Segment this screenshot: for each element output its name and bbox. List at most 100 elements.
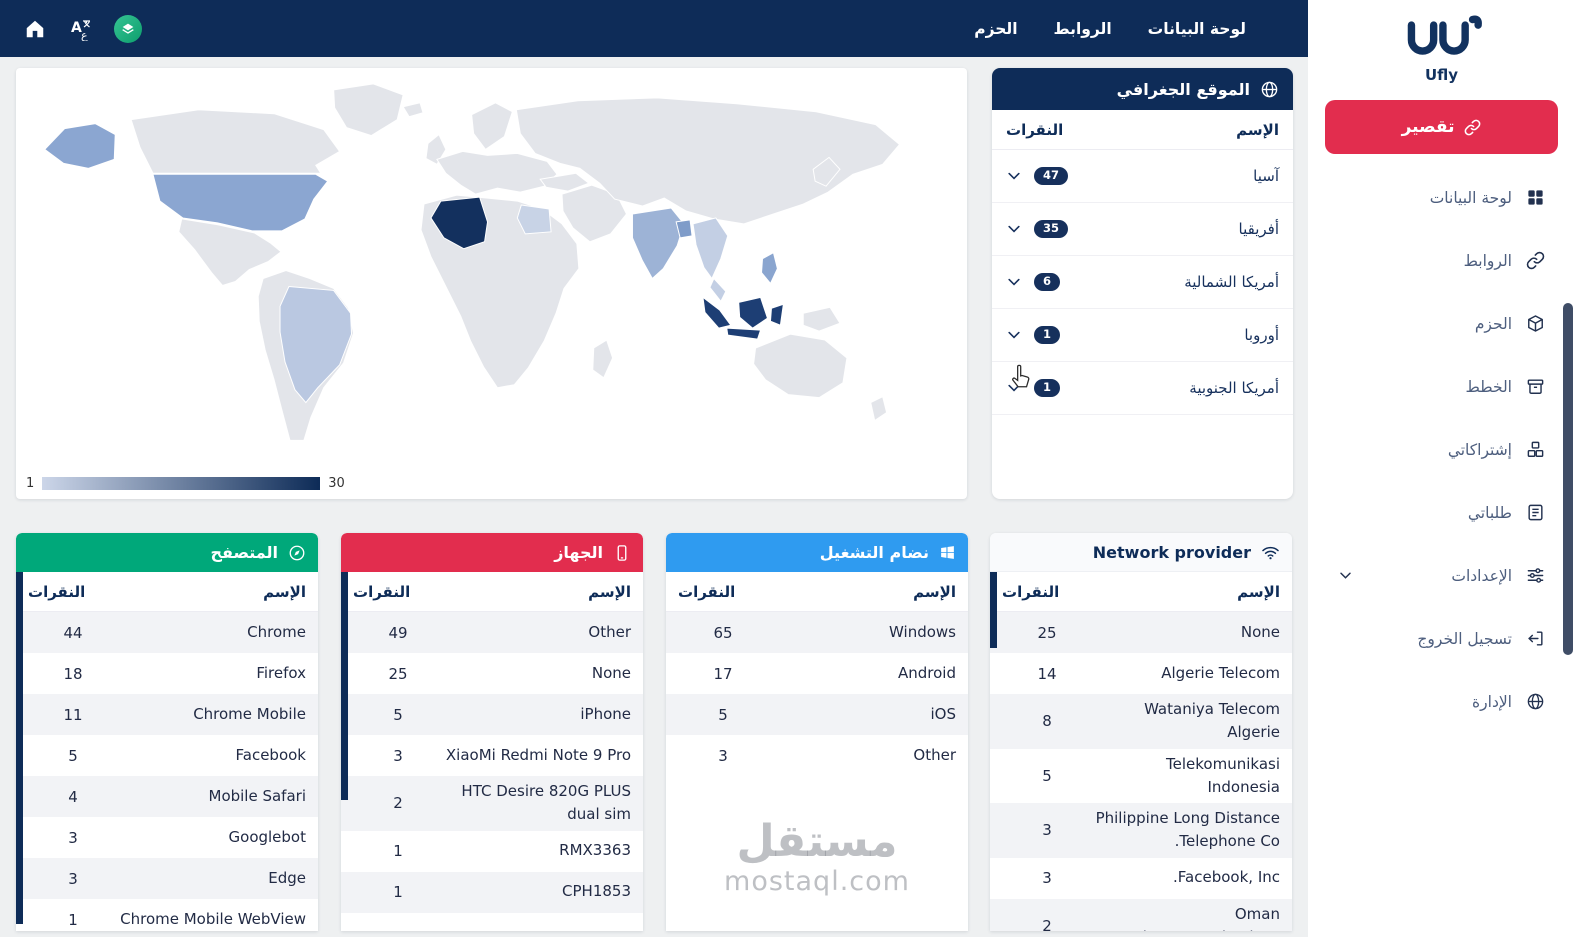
table-row: CPH1853 1 bbox=[341, 871, 643, 913]
row-name: CPH1853 bbox=[562, 882, 631, 901]
row-name: iPhone bbox=[580, 704, 631, 723]
row-name: Chrome bbox=[247, 622, 306, 641]
clicks-map-card: 1 30 bbox=[16, 68, 967, 499]
row-name: Philippine Long Distance Telephone Co. bbox=[1095, 809, 1280, 851]
row-clicks: 5 bbox=[718, 705, 728, 724]
continent-name: أمريكا الجنوبية bbox=[1189, 379, 1279, 397]
row-name: Other bbox=[913, 745, 956, 764]
network-table-title: Network provider bbox=[1092, 542, 1251, 562]
wifi-icon bbox=[1262, 546, 1279, 559]
row-clicks: 2 bbox=[393, 794, 403, 813]
row-clicks: 8 bbox=[1042, 712, 1052, 731]
page-scrollbar-thumb[interactable] bbox=[1563, 303, 1573, 655]
sidebar-item-plans[interactable]: الخطط bbox=[1308, 355, 1575, 418]
row-name: Firefox bbox=[256, 663, 306, 682]
country-alaska bbox=[44, 123, 116, 169]
clicks-badge: 6 bbox=[1034, 273, 1061, 291]
row-name: iOS bbox=[930, 704, 957, 723]
os-columns: الإسم النقرات bbox=[666, 572, 968, 612]
device-table-header: الجهاز bbox=[341, 533, 643, 572]
geo-row[interactable]: أمريكا الجنوبية 1 bbox=[992, 362, 1293, 415]
landmass-madagascar bbox=[592, 339, 614, 379]
chevron-down-icon[interactable] bbox=[1338, 568, 1353, 583]
home-icon[interactable] bbox=[22, 16, 48, 42]
geo-row[interactable]: أفريقيا 35 bbox=[992, 203, 1293, 256]
chevron-down-icon[interactable] bbox=[1006, 168, 1022, 184]
country-usa bbox=[152, 173, 329, 232]
row-clicks: 18 bbox=[63, 664, 83, 683]
network-rows: None 25 Algerie Telecom 14 Wataniya Tele… bbox=[990, 612, 1292, 931]
row-clicks: 3 bbox=[1042, 869, 1052, 887]
sidebar-item-links[interactable]: الروابط bbox=[1308, 229, 1575, 292]
sidebar-item-orders[interactable]: طلباتي bbox=[1308, 481, 1575, 544]
sidebar-item-logout[interactable]: تسجيل الخروج bbox=[1308, 607, 1575, 670]
row-name: Wataniya Telecom Algerie bbox=[1144, 700, 1280, 742]
landmass-australia bbox=[753, 333, 848, 399]
translate-icon[interactable]: A ع bbox=[68, 16, 94, 42]
table-row: HTC Desire 820G PLUS dual sim 2 bbox=[341, 776, 643, 831]
sidebar: Ufly تقصير لوحة البيانات الروابط الحزم ا… bbox=[1308, 0, 1575, 937]
table-row: Chrome Mobile 11 bbox=[16, 694, 318, 735]
row-clicks: 5 bbox=[68, 746, 78, 765]
brand-name: Ufly bbox=[1424, 66, 1459, 84]
geo-row[interactable]: أوروبا 1 bbox=[992, 309, 1293, 362]
geo-row[interactable]: أمريكا الشمالية 6 bbox=[992, 256, 1293, 309]
row-name: XiaoMi Redmi Note 9 Pro bbox=[445, 745, 631, 764]
topbar-icons: A ع bbox=[22, 14, 142, 43]
windows-icon bbox=[941, 546, 954, 559]
table-scrollbar-thumb[interactable] bbox=[16, 572, 23, 924]
table-row: Android 17 bbox=[666, 653, 968, 694]
table-row: RMX3363 1 bbox=[341, 831, 643, 872]
table-row: Windows 65 bbox=[666, 612, 968, 653]
topbar-nav: لوحة البيانات الروابط الحزم bbox=[974, 20, 1246, 38]
row-clicks: 4 bbox=[68, 787, 78, 806]
sidebar-item-admin[interactable]: الإدارة bbox=[1308, 670, 1575, 733]
clicks-badge: 47 bbox=[1034, 167, 1069, 185]
sidebar-item-dashboard[interactable]: لوحة البيانات bbox=[1308, 166, 1575, 229]
chevron-down-icon[interactable] bbox=[1006, 327, 1022, 343]
nav-links[interactable]: الروابط bbox=[1054, 20, 1112, 38]
row-clicks: 17 bbox=[713, 664, 733, 683]
browser-table-title: المتصفح bbox=[210, 543, 278, 562]
world-map bbox=[44, 83, 901, 441]
marketplace-badge-icon[interactable] bbox=[114, 14, 142, 43]
landmass-iceland bbox=[402, 102, 424, 118]
compass-browser-icon bbox=[289, 545, 305, 560]
document-icon bbox=[1526, 503, 1545, 522]
device-columns: الإسم النقرات bbox=[341, 572, 643, 612]
col-clicks: النقرات bbox=[28, 582, 86, 601]
chevron-down-icon[interactable] bbox=[1006, 380, 1022, 396]
row-clicks: 3 bbox=[393, 746, 403, 765]
table-row: Algerie Telecom 14 bbox=[990, 653, 1292, 694]
table-row: Chrome Mobile WebView 1 bbox=[16, 899, 318, 931]
sidebar-item-settings[interactable]: الإعدادات bbox=[1308, 544, 1575, 607]
col-name: الإسم bbox=[263, 582, 306, 601]
row-name: Edge bbox=[268, 868, 306, 887]
sidebar-item-packages[interactable]: الحزم bbox=[1308, 292, 1575, 355]
table-row: None 25 bbox=[990, 612, 1292, 653]
landmass-new-guinea bbox=[802, 306, 841, 332]
table-scrollbar-thumb[interactable] bbox=[990, 572, 997, 648]
landmass-scandinavia bbox=[471, 102, 513, 151]
table-row: Telekomunikasi Indonesia 5 bbox=[990, 749, 1292, 804]
row-clicks: 1 bbox=[393, 842, 403, 860]
chevron-down-icon[interactable] bbox=[1006, 274, 1022, 290]
col-clicks: النقرات bbox=[678, 582, 736, 601]
table-scrollbar-thumb[interactable] bbox=[341, 572, 348, 800]
chevron-down-icon[interactable] bbox=[1006, 221, 1022, 237]
row-clicks: 14 bbox=[1037, 664, 1057, 683]
row-clicks: 2 bbox=[1042, 916, 1052, 931]
sidebar-item-subscriptions[interactable]: إشتراكاتي bbox=[1308, 418, 1575, 481]
row-name: Mobile Safari bbox=[208, 786, 307, 805]
nav-packages[interactable]: الحزم bbox=[974, 20, 1017, 38]
landmass-canada bbox=[130, 109, 341, 174]
browser-columns: الإسم النقرات bbox=[16, 572, 318, 612]
geo-row[interactable]: آسيا 47 bbox=[992, 150, 1293, 203]
nav-dashboard[interactable]: لوحة البيانات bbox=[1148, 20, 1246, 38]
smartphone-icon bbox=[617, 544, 627, 561]
legend-min: 1 bbox=[26, 476, 35, 491]
landmass-europe bbox=[436, 150, 558, 195]
row-name: Telekomunikasi Indonesia bbox=[1166, 754, 1280, 796]
shorten-button[interactable]: تقصير bbox=[1325, 100, 1558, 154]
country-thailand bbox=[692, 217, 729, 280]
